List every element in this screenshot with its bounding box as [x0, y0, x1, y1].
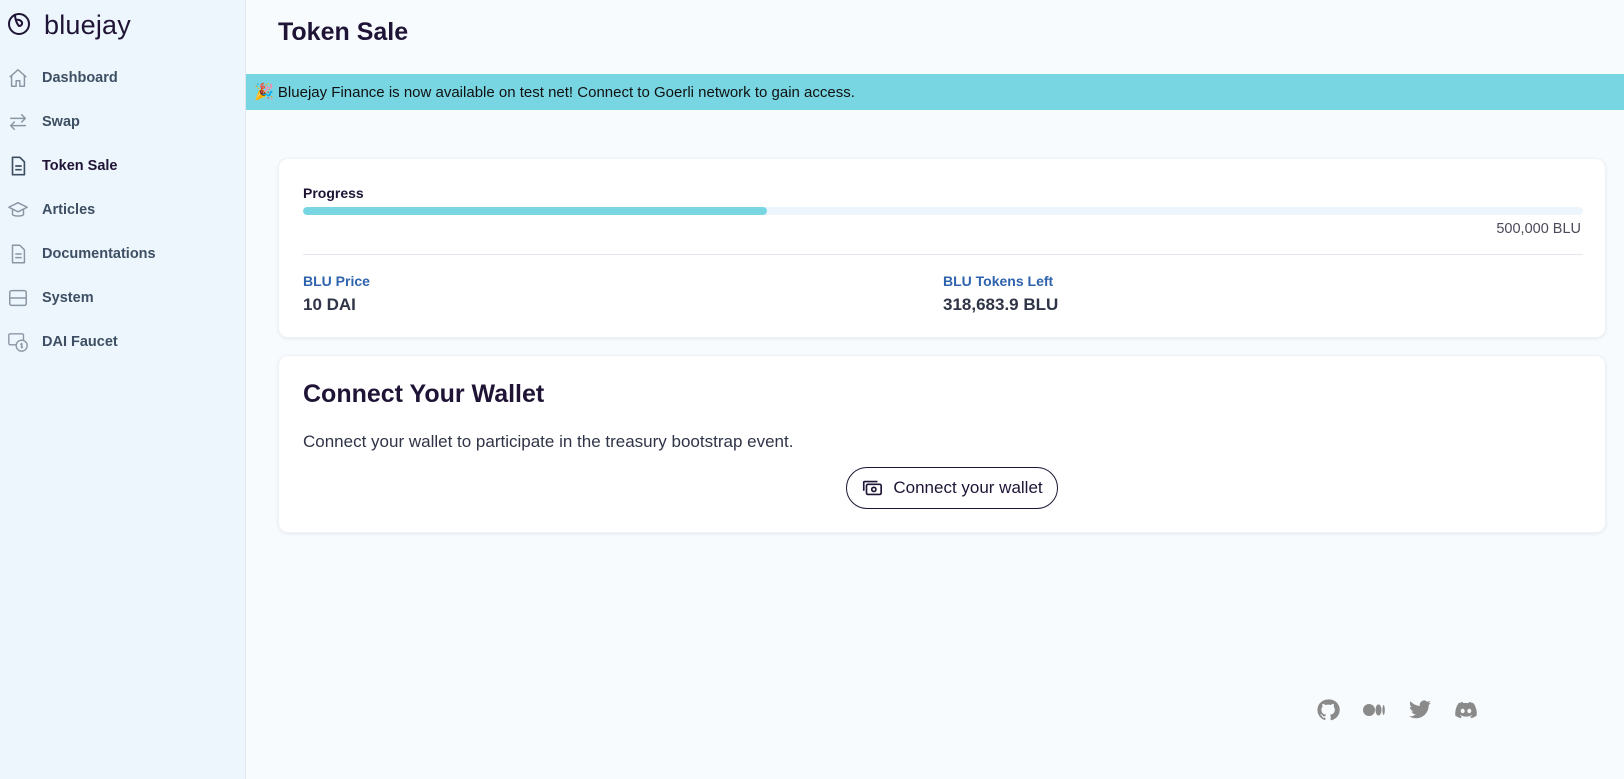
sidebar-item-documentations[interactable]: Documentations	[0, 232, 246, 276]
sidebar-nav: Dashboard Swap Token Sale Articles Docum…	[0, 56, 246, 364]
connect-wallet-card: Connect Your Wallet Connect your wallet …	[278, 355, 1606, 533]
sidebar-item-label: Articles	[42, 202, 96, 218]
academic-cap-icon	[6, 198, 30, 222]
bluejay-logo-icon	[6, 10, 32, 41]
document-icon	[6, 154, 30, 178]
sidebar-item-label: DAI Faucet	[42, 334, 118, 350]
sidebar-item-token-sale[interactable]: Token Sale	[0, 144, 246, 188]
progress-bar	[303, 207, 1583, 215]
connect-wallet-button[interactable]: Connect your wallet	[846, 467, 1058, 509]
sidebar-item-label: Dashboard	[42, 70, 118, 86]
brand-name: bluejay	[44, 9, 131, 40]
sidebar-item-label: Swap	[42, 114, 80, 130]
medium-icon[interactable]	[1361, 697, 1387, 723]
connect-wallet-label: Connect your wallet	[893, 478, 1043, 497]
swap-arrows-icon	[6, 110, 30, 134]
github-icon[interactable]	[1315, 697, 1341, 723]
sidebar-item-label: System	[42, 290, 94, 306]
sidebar-item-dai-faucet[interactable]: DAI Faucet	[0, 320, 246, 364]
stat-value: 318,683.9 BLU	[943, 295, 1059, 314]
divider	[303, 254, 1583, 255]
wallet-description: Connect your wallet to participate in th…	[303, 432, 794, 451]
sidebar-item-label: Token Sale	[42, 158, 118, 174]
discord-icon[interactable]	[1453, 697, 1479, 723]
brand-logo[interactable]: bluejay	[6, 8, 131, 42]
cash-icon	[6, 330, 30, 354]
home-icon	[6, 66, 30, 90]
sidebar: bluejay Dashboard Swap Token Sale Articl…	[0, 0, 246, 779]
stat-label: BLU Price	[303, 273, 370, 289]
server-icon	[6, 286, 30, 310]
sidebar-item-dashboard[interactable]: Dashboard	[0, 56, 246, 100]
progress-label: Progress	[303, 185, 364, 201]
announcement-banner: 🎉 Bluejay Finance is now available on te…	[246, 74, 1624, 110]
banner-text: Bluejay Finance is now available on test…	[277, 83, 855, 101]
sidebar-item-articles[interactable]: Articles	[0, 188, 246, 232]
party-popper-icon: 🎉	[254, 84, 274, 101]
blu-tokens-left-stat: BLU Tokens Left 318,683.9 BLU	[943, 273, 1058, 315]
sidebar-item-system[interactable]: System	[0, 276, 246, 320]
stat-label: BLU Tokens Left	[943, 273, 1054, 289]
page-title: Token Sale	[278, 18, 409, 46]
twitter-icon[interactable]	[1407, 697, 1433, 723]
progress-bar-fill	[303, 207, 768, 215]
document-text-icon	[6, 242, 30, 266]
progress-total: 500,000 BLU	[1496, 221, 1581, 237]
wallet-cash-icon	[861, 477, 883, 499]
main-content: Token Sale 🎉 Bluejay Finance is now avai…	[246, 0, 1624, 779]
wallet-title: Connect Your Wallet	[303, 380, 545, 408]
sidebar-item-label: Documentations	[42, 246, 156, 262]
sidebar-item-swap[interactable]: Swap	[0, 100, 246, 144]
progress-card: Progress 500,000 BLU BLU Price 10 DAI BL…	[278, 158, 1606, 338]
blu-price-stat: BLU Price 10 DAI	[303, 273, 370, 315]
stat-value: 10 DAI	[303, 295, 356, 314]
